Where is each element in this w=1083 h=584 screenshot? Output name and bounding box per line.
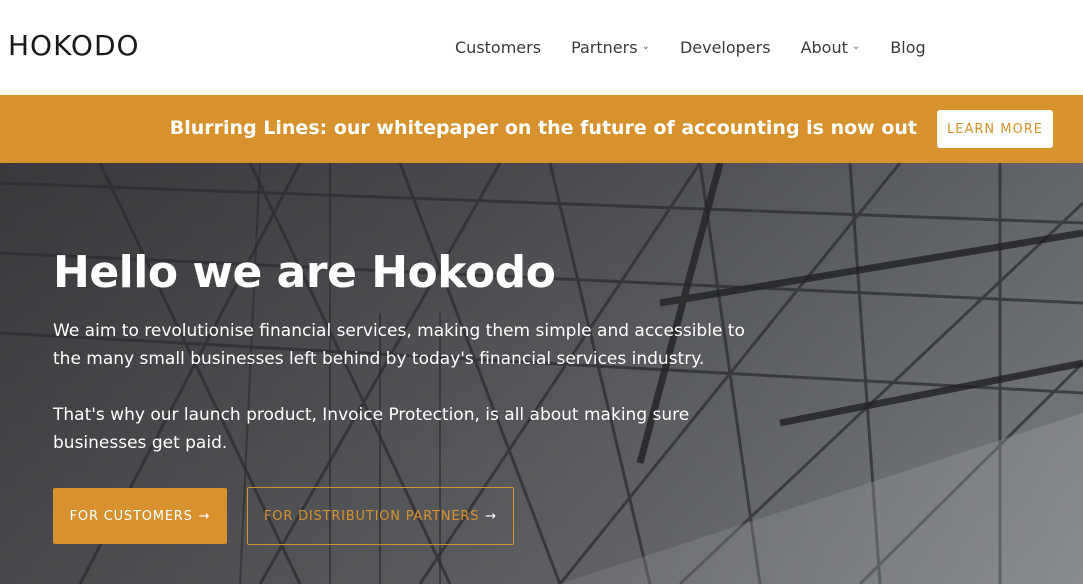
nav-label: Customers <box>455 37 542 57</box>
nav-item-developers[interactable]: Developers <box>680 38 771 57</box>
arrow-right-icon: → <box>485 508 497 524</box>
nav-label: Blog <box>890 37 926 57</box>
hero-section: Hello we are Hokodo We aim to revolution… <box>0 163 1083 584</box>
banner-text[interactable]: Blurring Lines: our whitepaper on the fu… <box>170 117 917 139</box>
chevron-down-icon: ⌄ <box>641 40 650 52</box>
hero-title: Hello we are Hokodo <box>53 247 556 298</box>
hero-paragraph-1: We aim to revolutionise financial servic… <box>53 321 745 369</box>
learn-more-button[interactable]: LEARN MORE <box>937 110 1053 148</box>
button-label: FOR CUSTOMERS <box>69 508 193 524</box>
announcement-banner: Blurring Lines: our whitepaper on the fu… <box>0 95 1083 163</box>
nav-item-customers[interactable]: Customers <box>455 38 541 57</box>
nav-item-about[interactable]: About ⌄ <box>801 38 861 57</box>
nav-item-blog[interactable]: Blog <box>890 38 925 57</box>
nav-label: Partners <box>571 37 638 57</box>
site-header: HOKODO Customers Partners ⌄ Developers A… <box>0 0 1083 95</box>
for-customers-button[interactable]: FOR CUSTOMERS → <box>53 488 227 544</box>
main-nav: Customers Partners ⌄ Developers About ⌄ … <box>455 34 956 60</box>
for-distribution-partners-button[interactable]: FOR DISTRIBUTION PARTNERS → <box>247 487 514 545</box>
button-label: FOR DISTRIBUTION PARTNERS <box>264 508 480 524</box>
hokodo-logo[interactable]: HOKODO <box>8 29 140 63</box>
nav-item-partners[interactable]: Partners ⌄ <box>571 38 650 57</box>
hero-paragraph-2: That's why our launch product, Invoice P… <box>53 405 690 453</box>
arrow-right-icon: → <box>198 508 211 524</box>
nav-label: About <box>800 37 848 57</box>
nav-label: Developers <box>679 37 771 57</box>
logo-text: HOKODO <box>8 29 140 62</box>
chevron-down-icon: ⌄ <box>851 40 861 52</box>
